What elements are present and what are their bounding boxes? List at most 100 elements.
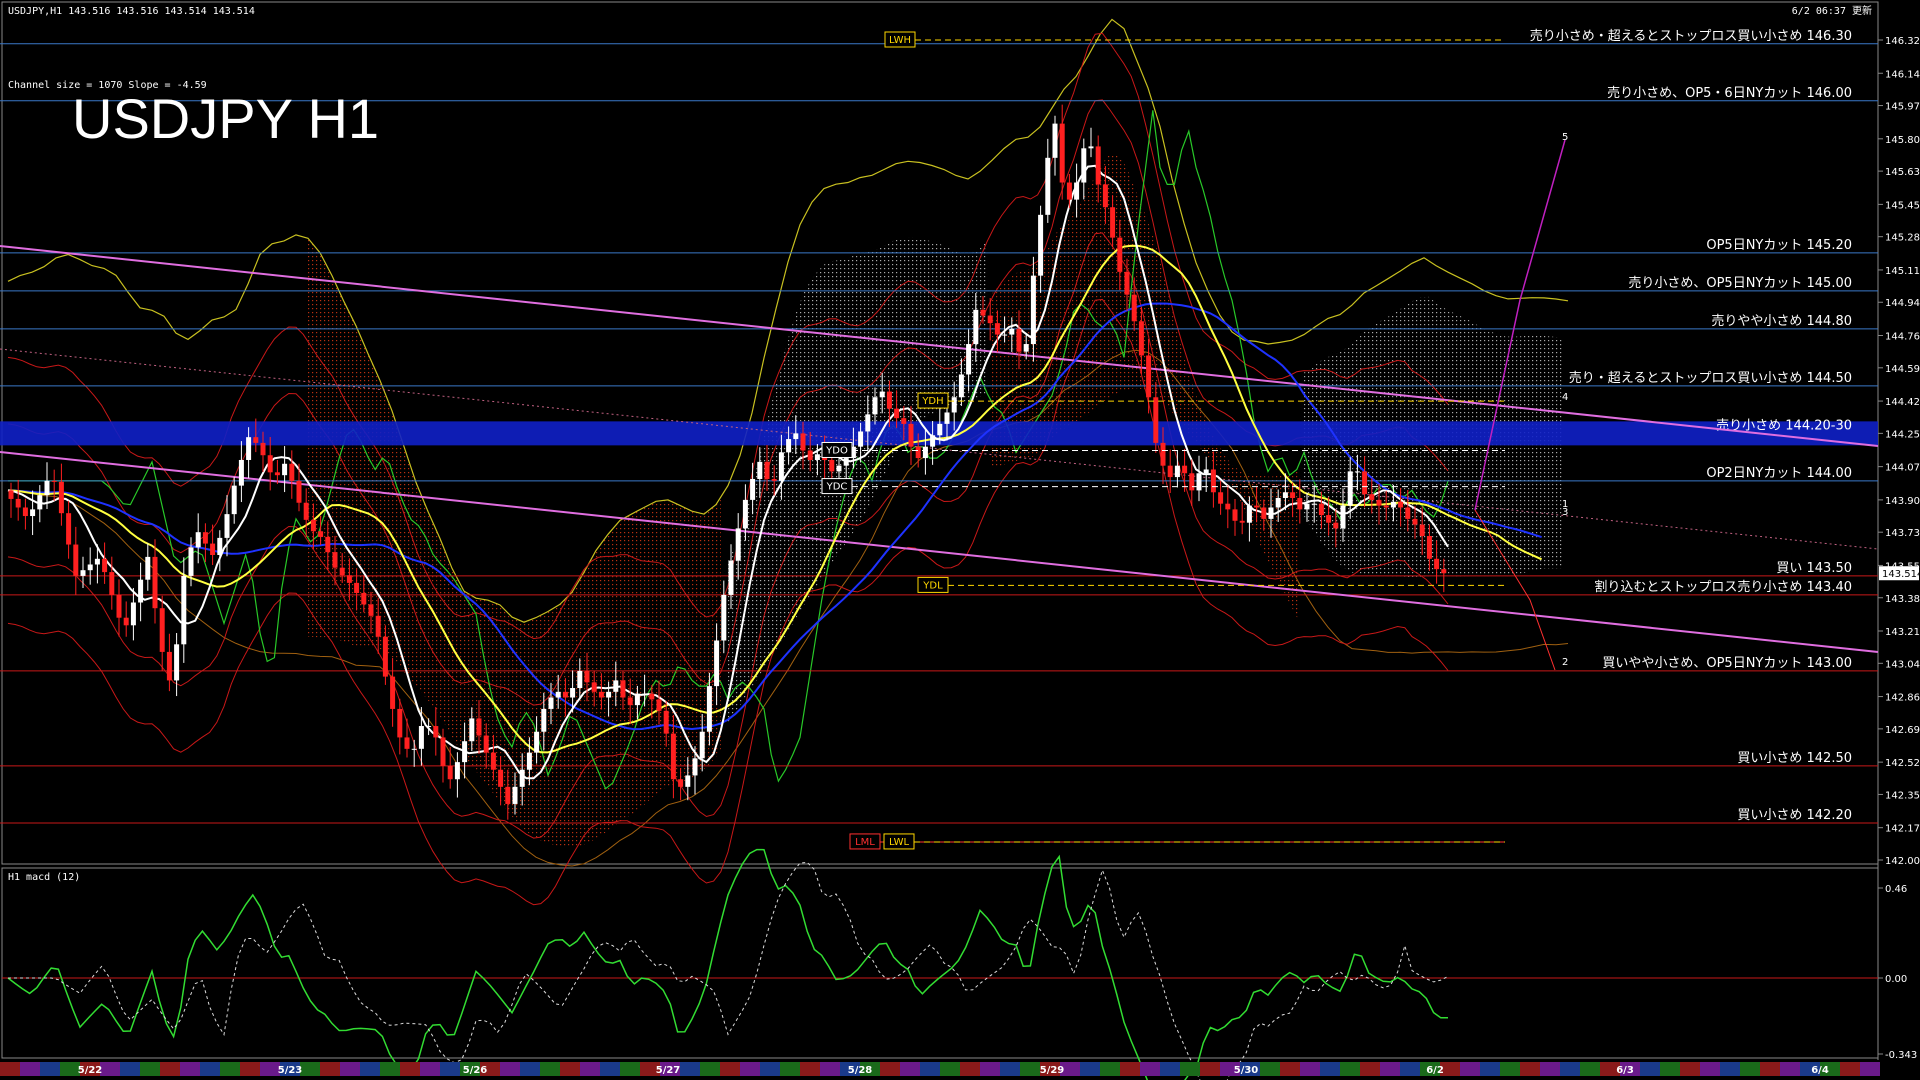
candle-body [728, 560, 734, 595]
candle-body [1354, 471, 1360, 473]
candle-body [541, 708, 547, 732]
candle-body [73, 544, 79, 576]
candle-body [1174, 465, 1180, 478]
candle-body [310, 519, 316, 532]
date-strip-cell [540, 1062, 560, 1076]
candle-body [1182, 465, 1188, 474]
candle-body [325, 536, 331, 553]
macd-tick-label: 0.00 [1885, 974, 1907, 985]
date-strip-cell [1360, 1062, 1380, 1076]
candle-body [469, 718, 475, 742]
candle-body [1038, 214, 1044, 276]
marker-label-ydl: YDL [922, 580, 943, 591]
date-strip-cell [1260, 1062, 1280, 1076]
candle-body [1052, 123, 1058, 158]
candle-body [627, 697, 633, 706]
candle-body [1405, 507, 1411, 519]
date-label: 6/4 [1811, 1065, 1829, 1076]
candle-body [886, 391, 892, 409]
candle-body [181, 575, 187, 645]
date-strip-cell [1020, 1062, 1040, 1076]
candle-body [498, 769, 504, 787]
price-tick-label: 146.320 [1885, 36, 1920, 47]
candle-body [1095, 146, 1101, 185]
candle-body [620, 680, 626, 698]
date-strip-cell [760, 1062, 780, 1076]
candle-body [375, 615, 381, 637]
candle-body [411, 748, 417, 750]
date-strip-cell [780, 1062, 800, 1076]
date-strip-cell [980, 1062, 1000, 1076]
price-tick-label: 142.865 [1885, 693, 1920, 704]
candle-body [238, 459, 244, 486]
candle-body [490, 752, 496, 770]
candle-body [289, 463, 295, 481]
candle-body [368, 604, 374, 616]
date-strip-cell [1120, 1062, 1140, 1076]
candle-body [123, 617, 129, 626]
date-strip-cell [1080, 1062, 1100, 1076]
candle-body [692, 758, 698, 776]
candle-body [980, 309, 986, 316]
candle-body [231, 485, 237, 515]
candle-body [1318, 503, 1324, 516]
date-strip-cell [580, 1062, 600, 1076]
candle-body [37, 495, 43, 510]
date-strip-cell [1520, 1062, 1540, 1076]
macd-label: H1 macd (12) [8, 872, 80, 883]
candle-body [836, 465, 842, 472]
candle-body [332, 552, 338, 568]
candle-body [1045, 157, 1051, 215]
marker-label-lml: LML [855, 837, 875, 848]
date-strip-cell [560, 1062, 580, 1076]
candle-body [930, 435, 936, 447]
candle-body [987, 315, 993, 324]
candle-body [1225, 503, 1231, 510]
date-label: 5/30 [1234, 1065, 1259, 1076]
date-strip-cell [1660, 1062, 1680, 1076]
candle-body [296, 480, 302, 503]
candle-body [1146, 355, 1152, 398]
date-strip-cell [1720, 1062, 1740, 1076]
candle-body [174, 644, 180, 681]
price-tick-label: 145.285 [1885, 233, 1920, 244]
price-tick-label: 143.900 [1885, 496, 1920, 507]
candle-body [656, 699, 662, 711]
candle-body [670, 733, 676, 780]
candle-body [210, 543, 216, 555]
date-strip-cell [360, 1062, 380, 1076]
date-strip-cell [820, 1062, 840, 1076]
candle-body [1160, 442, 1166, 466]
candle-body [462, 741, 468, 763]
candle-body [512, 786, 518, 804]
date-strip-cell [600, 1062, 620, 1076]
date-strip-cell [100, 1062, 120, 1076]
candle-body [1117, 237, 1123, 272]
candle-body [1398, 501, 1404, 508]
candle-body [1340, 505, 1346, 529]
date-strip-cell [160, 1062, 180, 1076]
candle-body [505, 786, 511, 804]
candle-body [202, 532, 208, 544]
date-strip-cell [500, 1062, 520, 1076]
candle-body [1369, 494, 1375, 500]
date-strip-cell [720, 1062, 740, 1076]
candle-body [418, 726, 424, 749]
candle-body [555, 691, 561, 698]
candle-body [814, 454, 820, 460]
date-strip-cell [740, 1062, 760, 1076]
level-label-1: 売り小さめ、OP5・6日NYカット 146.00 [1607, 85, 1852, 101]
candle-body [793, 433, 799, 440]
candle-body [570, 688, 576, 698]
price-tick-label: 144.940 [1885, 298, 1920, 309]
date-strip-cell [1740, 1062, 1760, 1076]
date-strip-cell [200, 1062, 220, 1076]
candle-body [778, 452, 784, 481]
candle-body [404, 737, 410, 749]
candle-body [519, 769, 525, 787]
date-strip-cell [1780, 1062, 1800, 1076]
candle-body [22, 507, 28, 517]
candle-body [1290, 492, 1296, 498]
date-strip-cell [1460, 1062, 1480, 1076]
candle-body [591, 682, 597, 692]
